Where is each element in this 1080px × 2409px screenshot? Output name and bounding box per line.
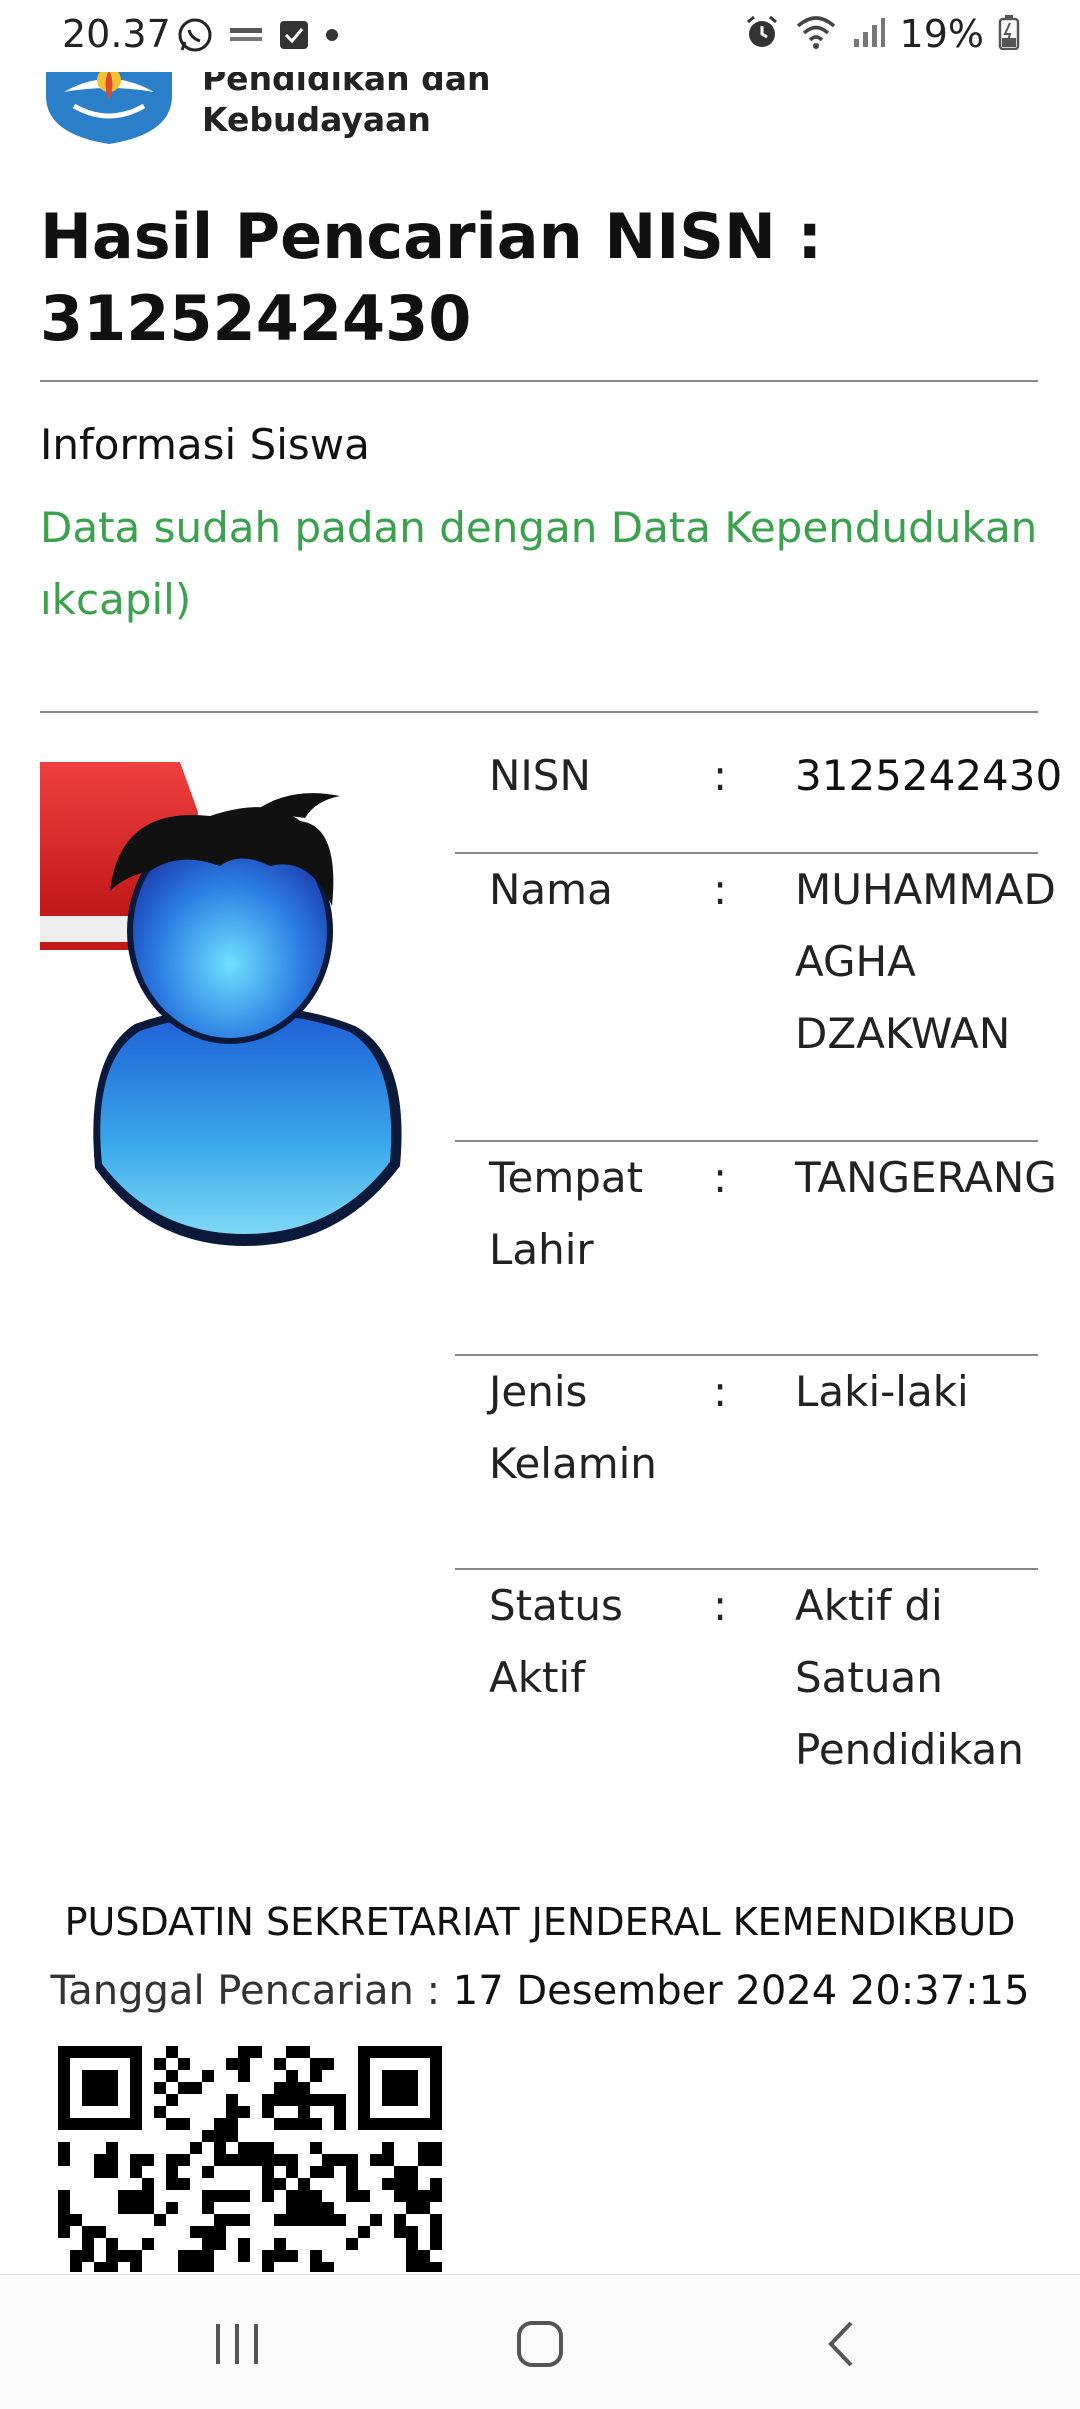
detail-value: 3125242430 [795, 751, 1063, 800]
detail-value: Laki-laki [795, 1367, 969, 1416]
recent-apps-icon [216, 2324, 258, 2364]
student-avatar-icon [40, 756, 420, 1246]
verification-line2: ıkcapil) [40, 575, 192, 624]
detail-row-nisn: NISN : 3125242430 [455, 740, 1062, 854]
alarm-icon [744, 14, 780, 54]
verification-status: Data sudah padan dengan Data Kependuduka… [40, 492, 1080, 636]
search-date-value: 17 Desember 2024 20:37:15 [452, 1968, 1030, 2014]
battery-percentage: 19% [899, 12, 984, 56]
qr-code [58, 2046, 446, 2272]
navigation-bar [0, 2274, 1080, 2409]
grab-merchant-icon [228, 22, 264, 52]
logo-text-line2: Kebudayaan [202, 100, 431, 139]
detail-value: MUHAMMAD AGHA DZAKWAN [795, 865, 1056, 1058]
search-date: Tanggal Pencarian : 17 Desember 2024 20:… [0, 1968, 1080, 2014]
home-icon [517, 2321, 563, 2367]
verification-line1: Data sudah padan dengan Data Kependuduka… [40, 503, 1038, 552]
detail-colon: : [713, 865, 728, 914]
detail-label: Jenis Kelamin [489, 1367, 657, 1488]
divider [40, 380, 1038, 382]
back-icon [828, 2321, 853, 2367]
detail-label: Status Aktif [489, 1581, 623, 1702]
detail-colon: : [713, 751, 728, 800]
home-button[interactable] [505, 2309, 575, 2379]
detail-colon: : [713, 1581, 728, 1630]
page-title: Hasil Pencarian NISN : 3125242430 [40, 196, 1040, 360]
detail-row-nama: Nama : MUHAMMAD AGHA DZAKWAN [455, 854, 1056, 1142]
back-button[interactable] [806, 2309, 876, 2379]
dot-icon [324, 27, 340, 47]
section-heading: Informasi Siswa [40, 420, 370, 469]
page-title-line1: Hasil Pencarian NISN : [40, 200, 823, 273]
detail-colon: : [713, 1367, 728, 1416]
status-time: 20.37 [62, 12, 171, 56]
organization-label: PUSDATIN SEKRETARIAT JENDERAL KEMENDIKBU… [64, 1900, 1016, 1944]
battery-icon [998, 14, 1020, 54]
detail-row-tempat-lahir: Tempat Lahir : TANGERANG [455, 1142, 1057, 1356]
detail-colon: : [713, 1153, 728, 1202]
wifi-icon [794, 14, 838, 54]
detail-label: NISN [489, 751, 591, 800]
whatsapp-icon [176, 16, 214, 58]
search-date-label: Tanggal Pencarian : [50, 1968, 453, 2014]
detail-value: Aktif di Satuan Pendidikan [795, 1581, 1024, 1774]
detail-label: Tempat Lahir [489, 1153, 644, 1274]
signal-icon [852, 15, 886, 53]
divider [40, 711, 1038, 713]
recent-apps-button[interactable] [202, 2309, 272, 2379]
detail-row-jenis-kelamin: Jenis Kelamin : Laki-laki [455, 1356, 1038, 1570]
detail-row-status-aktif: Status Aktif : Aktif di Satuan Pendidika… [455, 1570, 1038, 1850]
page-title-nisn: 3125242430 [40, 282, 472, 355]
detail-value: TANGERANG [795, 1153, 1057, 1202]
detail-label: Nama [489, 865, 613, 914]
status-bar: 20.37 19% [0, 0, 1080, 72]
checkbox-icon [278, 19, 310, 55]
